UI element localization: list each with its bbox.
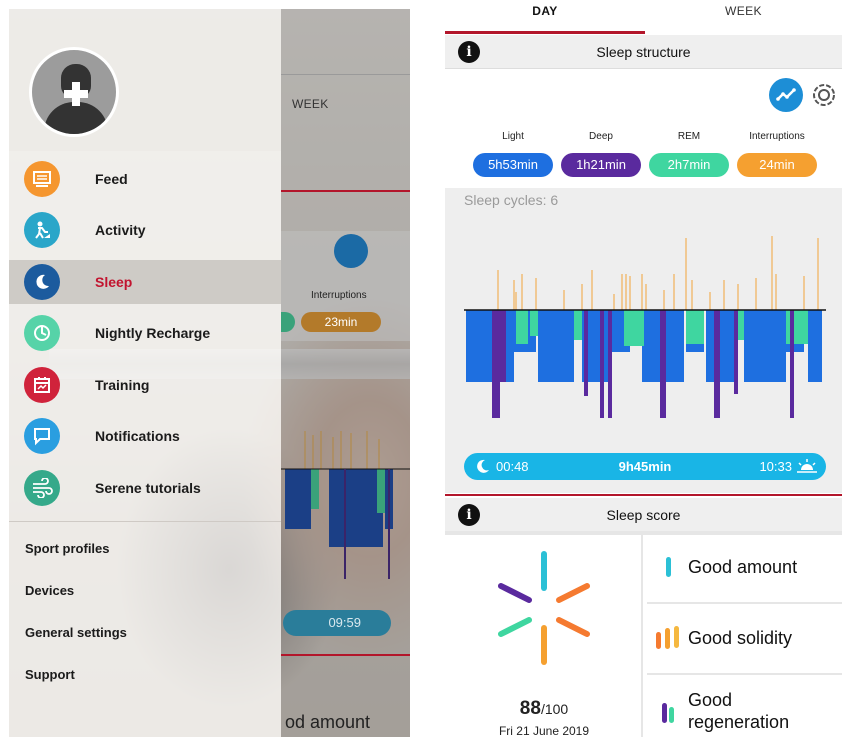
chat-icon (24, 418, 60, 454)
activity-icon (24, 212, 60, 248)
sleep-score-title: Sleep score (606, 507, 681, 523)
section-divider (445, 494, 842, 496)
hypnogram-chart (464, 236, 826, 418)
nav-item-nightly-recharge[interactable]: Nightly Recharge (9, 311, 281, 355)
sunrise-icon (797, 459, 817, 473)
nav-item-sleep[interactable]: Sleep (9, 260, 281, 304)
breathing-icon (24, 470, 60, 506)
nav-item-serene-tutorials[interactable]: Serene tutorials (9, 466, 281, 510)
underlay-divider (281, 190, 410, 192)
info-icon[interactable]: i (458, 504, 480, 526)
stat-label-light: Light (502, 131, 524, 142)
menu-general-settings[interactable]: General settings (25, 625, 127, 640)
sleep-score-value: 88/100 (445, 698, 643, 720)
sleep-time-bar: 00:48 9h45min 10:33 (464, 453, 826, 480)
nav-item-notifications[interactable]: Notifications (9, 414, 281, 458)
nav-label-sleep: Sleep (95, 274, 133, 290)
regeneration-bars-icon (662, 703, 674, 723)
nav-label-activity: Activity (95, 222, 146, 238)
graph-view-button[interactable] (769, 78, 803, 112)
score-label-regeneration: Good regeneration (688, 690, 790, 732)
trend-line-icon (776, 88, 796, 101)
navigation-drawer: Feed Activity Sleep Nightly Recharge Tra… (9, 9, 281, 737)
score-label-solidity: Good solidity (688, 628, 793, 648)
nav-label-notifications: Notifications (95, 428, 180, 444)
underlay-interruptions-pill: 23min (301, 312, 381, 332)
active-tab-indicator (445, 31, 645, 34)
menu-support[interactable]: Support (25, 667, 75, 682)
nav-label-nightly-recharge: Nightly Recharge (95, 325, 211, 341)
score-max: /100 (540, 701, 569, 717)
add-photo-icon (64, 82, 88, 106)
sleep-cycles-label: Sleep cycles: 6 (464, 192, 559, 208)
nav-label-training: Training (95, 377, 150, 393)
stat-pill-interruptions: 24min (737, 153, 817, 177)
feed-icon (24, 161, 60, 197)
sleep-structure-title: Sleep structure (596, 44, 691, 60)
menu-devices[interactable]: Devices (25, 583, 74, 598)
underlay-week-tab: WEEK (292, 97, 329, 111)
nav-label-serene-tutorials: Serene tutorials (95, 480, 201, 496)
underlay-hypnogram (281, 431, 410, 579)
score-number: 88 (519, 698, 541, 719)
underlay-time-bar: 09:59 (283, 610, 391, 636)
nav-item-training[interactable]: Training (9, 363, 281, 407)
score-row-regeneration[interactable]: Good regeneration (647, 677, 842, 737)
tab-week[interactable]: WEEK (645, 0, 842, 33)
stat-pill-light: 5h53min (473, 153, 553, 177)
stat-label-deep: Deep (589, 131, 613, 142)
underlay-wake-time: 09:59 (328, 615, 361, 630)
solidity-bars-icon (656, 626, 679, 649)
nav-label-feed: Feed (95, 171, 128, 187)
underlay-divider-2 (281, 654, 410, 656)
stat-pill-deep: 1h21min (561, 153, 641, 177)
info-icon[interactable]: i (458, 41, 480, 63)
stat-label-rem: REM (677, 131, 701, 142)
tab-day[interactable]: DAY (445, 0, 645, 33)
interruption-spikes (497, 236, 819, 310)
underlay-graph-icon (334, 234, 368, 268)
stat-pill-rem: 2h7min (649, 153, 729, 177)
sleep-end-time: 10:33 (759, 459, 792, 474)
score-row-amount[interactable]: Good amount (647, 535, 842, 604)
calendar-icon (24, 367, 60, 403)
sleep-score-date: Fri 21 June 2019 (498, 724, 590, 737)
moon-icon (24, 264, 60, 300)
amount-bar-icon (666, 557, 671, 577)
recharge-icon (24, 315, 60, 351)
sleep-score-star-icon (498, 551, 590, 665)
menu-sport-profiles[interactable]: Sport profiles (25, 541, 110, 556)
cycle-view-icon[interactable] (811, 82, 837, 108)
right-screenshot: DAY WEEK Sleep structure i Light Deep RE… (445, 0, 842, 737)
nav-item-activity[interactable]: Activity (9, 208, 281, 252)
nav-item-feed[interactable]: Feed (9, 157, 281, 201)
left-screenshot: WEEK Interruptions 23min 09:59 od amount (9, 9, 410, 737)
score-row-solidity[interactable]: Good solidity (647, 604, 842, 675)
underlay-interruptions-label: Interruptions (311, 290, 367, 301)
drawer-divider (9, 521, 281, 522)
sleep-structure-header: Sleep structure i (445, 35, 842, 69)
profile-avatar[interactable] (29, 47, 119, 137)
sleep-score-header: Sleep score i (445, 498, 842, 532)
stat-label-interruptions: Interruptions (749, 131, 805, 142)
underlay-good-amount: od amount (285, 712, 371, 732)
score-label-amount: Good amount (688, 557, 798, 577)
